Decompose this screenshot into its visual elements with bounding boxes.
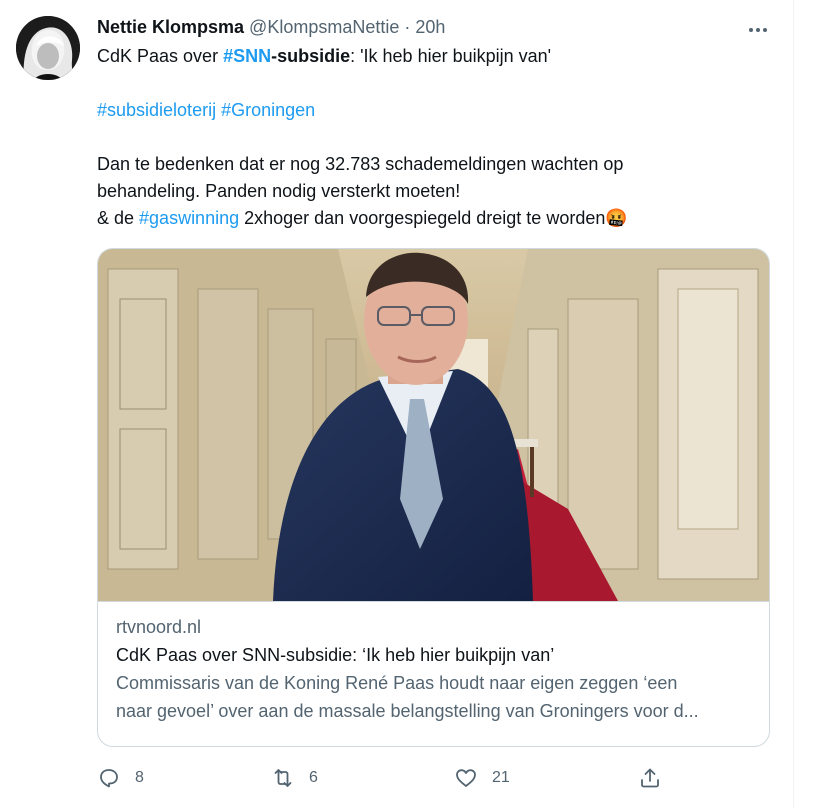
- tweet-para-line-3: & de #gaswinning 2xhoger dan voorgespieg…: [97, 205, 757, 232]
- card-domain: rtvnoord.nl: [116, 617, 202, 637]
- hashtag-gaswinning[interactable]: #gaswinning: [139, 208, 239, 228]
- author-handle[interactable]: @KlompsmaNettie: [249, 17, 399, 38]
- share-icon: [641, 768, 659, 788]
- text-segment: CdK Paas over: [97, 46, 224, 66]
- text-segment: 2xhoger dan voorgespiegeld dreigt te wor…: [239, 208, 606, 228]
- avatar[interactable]: [16, 16, 80, 80]
- reply-icon: [100, 769, 118, 788]
- author-name[interactable]: Nettie Klompsma: [97, 17, 244, 38]
- card-title: CdK Paas over SNN-subsidie: ‘Ik heb hier…: [116, 645, 555, 665]
- action-bar: 8 6 21: [97, 763, 697, 793]
- card-description-line-2: naar gevoel’ over aan de massale belangs…: [116, 701, 699, 721]
- hashtag-groningen[interactable]: #Groningen: [221, 100, 315, 120]
- link-card[interactable]: rtvnoord.nl CdK Paas over SNN-subsidie: …: [97, 248, 770, 747]
- reply-button[interactable]: 8: [97, 763, 144, 793]
- text-segment: & de: [97, 208, 140, 228]
- card-description-line-1: Commissaris van de Koning René Paas houd…: [116, 673, 678, 693]
- tweet[interactable]: Nettie Klompsma @KlompsmaNettie · 20h Cd…: [0, 0, 793, 808]
- retweet-icon: [274, 769, 292, 787]
- tweet-para-line-2: behandeling. Panden nodig versterkt moet…: [97, 181, 461, 201]
- tweet-header: Nettie Klompsma @KlompsmaNettie · 20h: [97, 14, 445, 40]
- hashtag-snn[interactable]: #SNN: [223, 46, 271, 66]
- like-count: 21: [492, 769, 510, 786]
- text-segment-bold: -subsidie: [271, 46, 351, 66]
- separator-dot: ·: [404, 16, 411, 37]
- card-image: [98, 249, 769, 602]
- tweet-line-1: CdK Paas over #SNN-subsidie: 'Ik heb hie…: [97, 43, 757, 70]
- hashtag-subsidieloterij[interactable]: #subsidieloterij: [97, 100, 216, 120]
- card-body: rtvnoord.nl CdK Paas over SNN-subsidie: …: [116, 613, 751, 725]
- tweet-para-line-1: Dan te bedenken dat er nog 32.783 schade…: [97, 154, 624, 174]
- angry-face-emoji: 🤬: [605, 208, 628, 228]
- reply-count: 8: [135, 769, 144, 786]
- like-icon: [456, 769, 476, 787]
- retweet-count: 6: [309, 769, 318, 786]
- timeline-border: [793, 0, 794, 808]
- timestamp[interactable]: 20h: [415, 17, 445, 38]
- tweet-hashtags: #subsidieloterij #Groningen: [97, 97, 757, 124]
- retweet-button[interactable]: 6: [271, 763, 318, 793]
- like-button[interactable]: 21: [454, 763, 510, 793]
- text-segment: : 'Ik heb hier buikpijn van': [350, 46, 552, 66]
- more-icon[interactable]: [746, 18, 770, 42]
- tweet-text: CdK Paas over #SNN-subsidie: 'Ik heb hie…: [97, 43, 757, 232]
- share-button[interactable]: [638, 763, 662, 793]
